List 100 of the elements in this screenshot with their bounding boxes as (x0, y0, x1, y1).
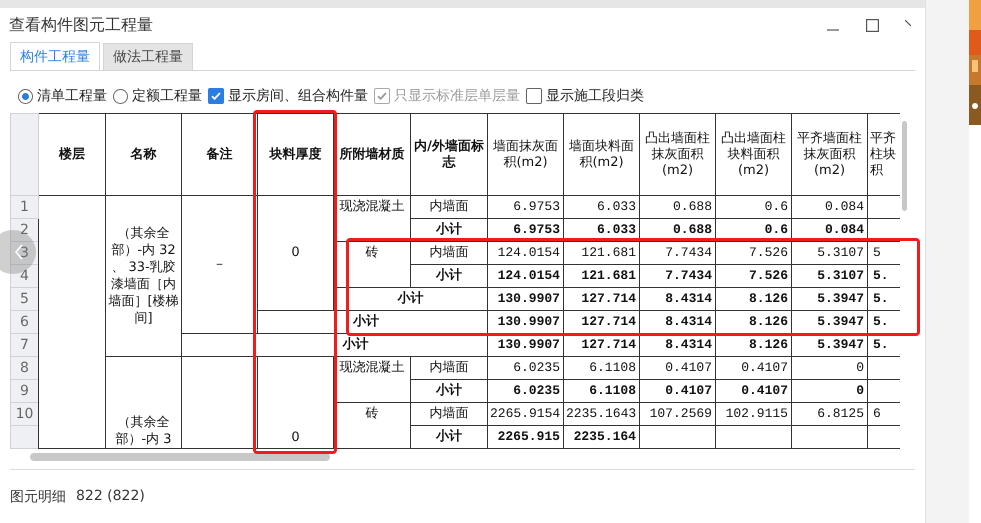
table-cell: 0.6 (764, 199, 788, 214)
column-header: 备注 (182, 114, 258, 196)
column-header: 平齐柱块积 (868, 114, 900, 196)
table-cell: 2265.915 (498, 429, 560, 444)
scrollbar-thumb[interactable] (30, 453, 330, 461)
tab[interactable]: 构件工程量 (10, 42, 100, 70)
table-cell: 127.714 (581, 314, 636, 329)
table-cell: 6.8125 (817, 406, 864, 421)
table-cell: 5. (873, 291, 889, 306)
table-cell: 124.0154 (498, 245, 560, 260)
table-cell: 130.9907 (498, 291, 560, 306)
table-cell: 0.4107 (665, 383, 712, 398)
row-number: 10 (16, 406, 34, 422)
table-cell: 0 (856, 383, 864, 398)
option-label: 定额工程量 (132, 87, 202, 105)
table-cell: 0.084 (824, 222, 864, 237)
status-count: 822 (822) (76, 488, 145, 506)
table-cell: 5.3947 (817, 291, 864, 306)
table-cell: 5. (873, 337, 889, 352)
row-number: 8 (20, 360, 29, 376)
table-cell: 0.4107 (665, 360, 712, 375)
table-cell: 2235.164 (574, 429, 636, 444)
table-cell: （其余全部）-内 3 (115, 415, 172, 447)
table-cell: － (213, 256, 226, 272)
table-cell: 内墙面 (430, 199, 468, 214)
table-cell: 8.4314 (665, 314, 712, 329)
table-cell: 小计 (436, 429, 462, 444)
table-cell: 8.126 (748, 337, 788, 352)
table-cell: 0.084 (824, 199, 864, 214)
table-cell: 内墙面 (430, 406, 468, 421)
table-cell: 小计 (436, 383, 462, 398)
table-cell: 砖 (366, 245, 378, 260)
table-cell: 0.4107 (741, 360, 788, 375)
table-cell: 5. (873, 314, 889, 329)
table-cell: 5 (873, 245, 881, 260)
table-cell: 0 (291, 430, 300, 445)
table-cell: 小计 (436, 268, 462, 283)
row-number: 2 (20, 222, 29, 238)
checkbox[interactable] (208, 88, 224, 104)
option-label: 只显示标准层单层量 (394, 87, 520, 105)
checkmark-icon (376, 90, 388, 102)
table-cell: 6.9753 (513, 199, 560, 214)
option-label: 清单工程量 (37, 87, 107, 105)
radio-button[interactable] (18, 88, 33, 104)
table-cell: 8.4314 (665, 291, 712, 306)
column-header: 平齐墙面柱抹灰面积(m2) (792, 114, 868, 196)
column-header: 凸出墙面柱块料面积(m2) (716, 114, 792, 196)
table-cell: 小计 (398, 291, 424, 306)
row-number: 1 (20, 199, 29, 215)
table-cell: 现浇混凝土 (340, 360, 404, 375)
table-cell: 小计 (353, 314, 379, 329)
table-cell: 6 (873, 406, 881, 421)
table-cell: 7.526 (748, 268, 788, 283)
row-number: 9 (20, 383, 29, 399)
table-cell: 0.688 (672, 222, 712, 237)
table-cell: 130.9907 (498, 314, 560, 329)
table-cell: 内墙面 (430, 245, 468, 260)
table-cell: 124.0154 (498, 268, 560, 283)
table-cell: 121.681 (581, 268, 636, 283)
table-cell: 127.714 (581, 337, 636, 352)
column-header: 墙面块料面积(m2) (564, 114, 640, 196)
table-cell: 6.033 (596, 222, 636, 237)
table-cell: 小计 (342, 337, 368, 352)
table-cell: 0 (291, 245, 300, 260)
column-header: 名称 (106, 114, 182, 196)
row-number: 3 (20, 245, 29, 261)
table-cell: 内墙面 (430, 360, 468, 375)
table-cell: 5.3107 (817, 268, 864, 283)
table-cell: 7.7434 (665, 245, 712, 260)
table-cell: 8.126 (748, 291, 788, 306)
table-cell: 102.9115 (726, 406, 788, 421)
column-header: 内/外墙面标志 (410, 114, 488, 196)
table-cell: 2265.9154 (490, 406, 560, 421)
checkmark-icon (210, 90, 222, 102)
scrollbar-thumb[interactable] (902, 121, 907, 211)
table-cell: 6.1108 (589, 360, 636, 375)
option-label: 显示房间、组合构件量 (228, 87, 368, 105)
table-cell: 现浇混凝土 (340, 199, 404, 214)
table-cell: 6.0235 (513, 360, 560, 375)
checkbox[interactable] (526, 88, 542, 104)
table-cell: 6.0235 (513, 383, 560, 398)
column-header: 楼层 (38, 114, 106, 196)
maximize-icon[interactable] (866, 18, 879, 32)
tab[interactable]: 做法工程量 (103, 43, 193, 70)
table-cell: 0.688 (672, 199, 712, 214)
status-label: 图元明细 (10, 488, 66, 506)
table-cell: 6.9753 (513, 222, 560, 237)
window-title: 查看构件图元工程量 (9, 14, 153, 36)
table-cell: 5. (873, 268, 889, 283)
table-cell: 7.526 (748, 245, 788, 260)
table-cell: 6.033 (596, 199, 636, 214)
table-cell: 0.4107 (741, 383, 788, 398)
table-cell: 5.3107 (817, 245, 864, 260)
row-number: 5 (20, 291, 29, 307)
radio-button[interactable] (113, 88, 128, 104)
table-cell: 5.3947 (817, 337, 864, 352)
table-cell: 小计 (436, 222, 462, 237)
table-cell: 121.681 (581, 245, 636, 260)
row-number: 6 (20, 314, 29, 330)
table-cell: 7.7434 (665, 268, 712, 283)
